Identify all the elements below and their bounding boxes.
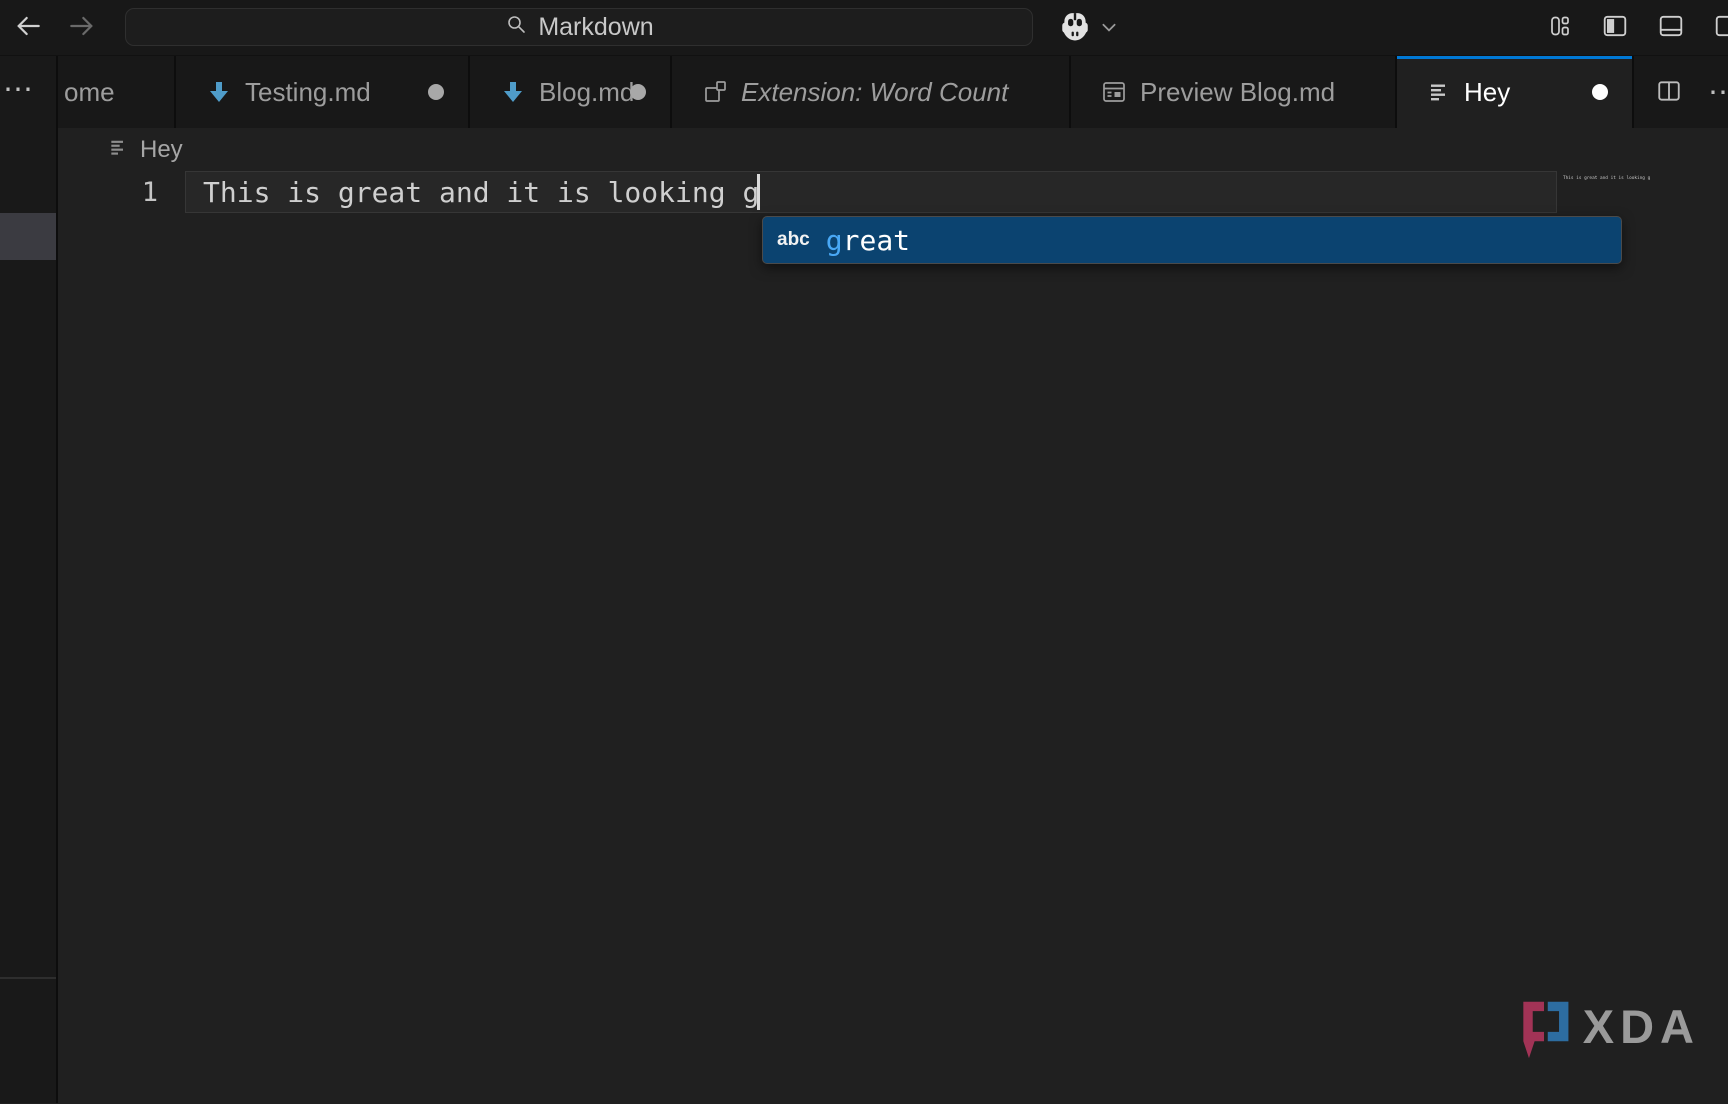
layout-controls — [1548, 0, 1728, 55]
tab-label: ome — [64, 77, 115, 108]
editor-actions: ⋯ — [1656, 56, 1728, 128]
command-center-label: Markdown — [538, 13, 653, 42]
tab-label: Testing.md — [245, 77, 371, 108]
breadcrumb-item: Hey — [140, 136, 183, 164]
panel-icon — [1658, 13, 1684, 42]
arrow-left-icon — [12, 10, 44, 45]
minimap[interactable]: This is great and it is looking g — [1563, 176, 1650, 181]
text-file-icon — [1427, 80, 1451, 104]
code-line: This is great and it is looking g — [203, 176, 759, 209]
tab-welcome-partial[interactable]: ome — [58, 56, 176, 128]
preview-icon — [1101, 79, 1127, 105]
markdown-file-icon — [206, 79, 232, 105]
sidebar-left-icon — [1602, 13, 1628, 42]
tab-extension-word-count[interactable]: Extension: Word Count — [672, 56, 1071, 128]
customize-layout-button[interactable] — [1548, 14, 1572, 41]
suggestion-rest: reat — [843, 224, 910, 257]
tab-preview-blog-md[interactable]: Preview Blog.md — [1071, 56, 1397, 128]
modified-dot[interactable] — [1592, 84, 1608, 100]
strip-divider — [0, 977, 56, 979]
modified-dot[interactable] — [428, 84, 444, 100]
history-nav — [12, 0, 98, 55]
title-bar: Markdown — [0, 0, 1728, 56]
copilot-icon — [1058, 10, 1092, 49]
suggest-widget-item-great[interactable]: abc great — [762, 216, 1622, 264]
vscode-window: Markdown — [0, 0, 1728, 1104]
editor-pane[interactable]: Hey 1 This is great and it is looking g … — [58, 128, 1728, 1103]
text-file-icon — [108, 136, 128, 164]
tab-bar: ome Testing.md Blog.md — [58, 56, 1728, 128]
toggle-secondary-sidebar-button[interactable] — [1714, 13, 1728, 42]
tab-label: Preview Blog.md — [1140, 77, 1335, 108]
arrow-right-icon — [66, 10, 98, 45]
matched-prefix: g — [826, 224, 843, 257]
chevron-down-icon — [1100, 18, 1118, 41]
word-suggestion-icon: abc — [777, 229, 810, 251]
xda-brand-text: XDA — [1583, 998, 1700, 1056]
left-editor-strip: ⋯ — [0, 56, 58, 1103]
toggle-panel-button[interactable] — [1658, 13, 1684, 42]
suggestion-text: great — [826, 224, 910, 257]
modified-dot[interactable] — [630, 84, 646, 100]
more-actions-left[interactable]: ⋯ — [3, 72, 56, 107]
strip-scroll-handle[interactable] — [0, 213, 56, 260]
copilot-menu-button[interactable] — [1058, 10, 1118, 49]
tab-label: Blog.md — [539, 77, 634, 108]
toggle-primary-sidebar-button[interactable] — [1602, 13, 1628, 42]
customize-layout-icon — [1548, 14, 1572, 41]
search-icon — [504, 12, 528, 43]
line-number: 1 — [120, 177, 158, 208]
markdown-file-icon — [500, 79, 526, 105]
forward-button[interactable] — [66, 10, 98, 45]
xda-watermark: XDA — [1515, 998, 1700, 1065]
split-editor-button[interactable] — [1656, 78, 1682, 107]
text-cursor — [757, 174, 760, 210]
tab-label: Extension: Word Count — [741, 77, 1008, 108]
breadcrumb[interactable]: Hey — [108, 136, 183, 164]
back-button[interactable] — [12, 10, 44, 45]
more-actions-button[interactable]: ⋯ — [1708, 75, 1728, 110]
sidebar-right-icon — [1714, 13, 1728, 42]
tab-testing-md[interactable]: Testing.md — [176, 56, 470, 128]
command-center-search[interactable]: Markdown — [125, 8, 1033, 46]
extension-icon — [702, 79, 728, 105]
split-editor-icon — [1656, 78, 1682, 107]
tab-hey-active[interactable]: Hey — [1397, 56, 1634, 128]
tab-blog-md[interactable]: Blog.md — [470, 56, 672, 128]
xda-brackets-icon — [1515, 998, 1573, 1065]
tab-label: Hey — [1464, 77, 1510, 108]
